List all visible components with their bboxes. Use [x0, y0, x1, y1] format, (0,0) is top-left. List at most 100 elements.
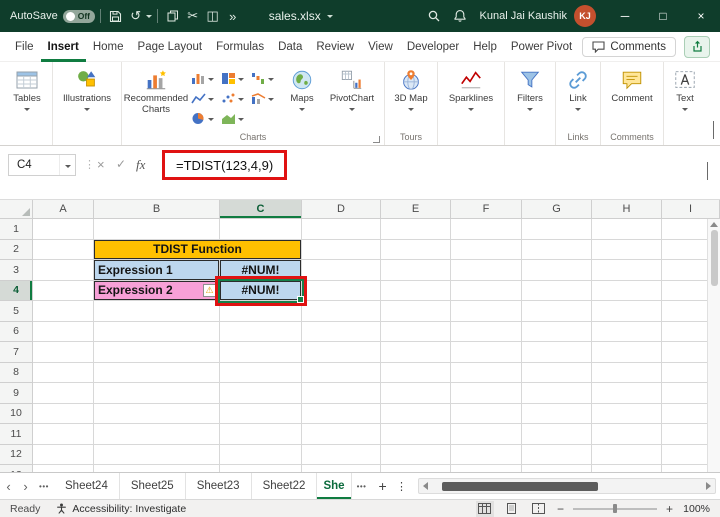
cell-c5[interactable] — [220, 301, 302, 322]
treemap-chart-button[interactable] — [219, 68, 249, 88]
cell-f1[interactable] — [451, 219, 522, 240]
cell-e5[interactable] — [381, 301, 451, 322]
cell-h5[interactable] — [592, 301, 662, 322]
menu-tab-formulas[interactable]: Formulas — [209, 32, 271, 62]
row-header-6[interactable]: 6 — [0, 321, 33, 342]
cell-c9[interactable] — [220, 383, 302, 404]
horizontal-scrollbar[interactable] — [417, 478, 716, 494]
insert-function-button[interactable]: fx — [136, 157, 145, 173]
row-header-11[interactable]: 11 — [0, 424, 33, 445]
account-button[interactable]: Kunal Jai Kaushik KJ — [480, 5, 596, 27]
accessibility-status[interactable]: Accessibility: Investigate — [56, 503, 186, 515]
cell-b11[interactable] — [94, 424, 220, 445]
cell-f12[interactable] — [451, 444, 522, 465]
maps-button[interactable]: Maps — [281, 64, 323, 111]
cell-a2[interactable] — [33, 239, 94, 260]
row-header-9[interactable]: 9 — [0, 383, 33, 404]
cell-g12[interactable] — [522, 444, 592, 465]
cell-e11[interactable] — [381, 424, 451, 445]
horizontal-scroll-track[interactable] — [432, 481, 702, 491]
sheet-tab-sheet23[interactable]: Sheet23 — [186, 473, 252, 499]
cell-a10[interactable] — [33, 403, 94, 424]
cell-g4[interactable] — [522, 280, 592, 301]
maximize-button[interactable]: □ — [644, 0, 682, 32]
file-name-menu[interactable]: sales.xlsx — [269, 9, 333, 23]
cell-g8[interactable] — [522, 362, 592, 383]
cell-g7[interactable] — [522, 342, 592, 363]
cell-a7[interactable] — [33, 342, 94, 363]
scroll-left-icon[interactable] — [422, 482, 428, 490]
cell-g1[interactable] — [522, 219, 592, 240]
cell-c1[interactable] — [220, 219, 302, 240]
cell-b6[interactable] — [94, 321, 220, 342]
sheet-tab-active[interactable]: She — [317, 473, 352, 499]
cell-b13[interactable] — [94, 465, 220, 472]
column-header-b[interactable]: B — [94, 200, 220, 219]
cell-d1[interactable] — [302, 219, 381, 240]
cancel-entry-button[interactable]: × — [97, 157, 105, 172]
cell-e2[interactable] — [381, 239, 451, 260]
row-header-13[interactable]: 13 — [0, 465, 33, 472]
quick-access-overflow-button[interactable]: » — [223, 0, 243, 32]
tables-button[interactable]: Tables — [5, 64, 49, 111]
page-break-view-button[interactable] — [530, 501, 548, 517]
close-button[interactable]: × — [682, 0, 720, 32]
cell-b10[interactable] — [94, 403, 220, 424]
cell-g6[interactable] — [522, 321, 592, 342]
select-all-button[interactable] — [0, 200, 33, 219]
recommended-charts-button[interactable]: Recommended Charts — [124, 64, 188, 115]
cell-d5[interactable] — [302, 301, 381, 322]
cell-h6[interactable] — [592, 321, 662, 342]
autosave-switch-icon[interactable]: Off — [62, 9, 95, 23]
filters-button[interactable]: Filters — [508, 64, 552, 111]
cut-button[interactable]: ✂ — [183, 0, 203, 32]
notifications-button[interactable] — [450, 0, 470, 32]
cell-f10[interactable] — [451, 403, 522, 424]
sheet-nav-next-button[interactable]: › — [17, 473, 34, 499]
cell-a11[interactable] — [33, 424, 94, 445]
sheet-menu-button[interactable]: ⋮ — [394, 473, 410, 499]
row-header-4[interactable]: 4 — [0, 280, 33, 301]
cell-d11[interactable] — [302, 424, 381, 445]
sheet-overflow-right-button[interactable]: ••• — [352, 473, 372, 499]
cell-b2[interactable]: TDIST Function — [94, 239, 302, 260]
cell-f4[interactable] — [451, 280, 522, 301]
cell-e12[interactable] — [381, 444, 451, 465]
cell-a3[interactable] — [33, 260, 94, 281]
column-header-f[interactable]: F — [451, 200, 522, 219]
cell-b7[interactable] — [94, 342, 220, 363]
cell-h10[interactable] — [592, 403, 662, 424]
name-box[interactable]: C4 — [8, 154, 76, 176]
waterfall-chart-button[interactable] — [249, 68, 279, 88]
cell-d9[interactable] — [302, 383, 381, 404]
illustrations-button[interactable]: Illustrations — [56, 64, 118, 111]
cell-c12[interactable] — [220, 444, 302, 465]
cell-c11[interactable] — [220, 424, 302, 445]
sheet-tab-sheet25[interactable]: Sheet25 — [120, 473, 186, 499]
scroll-right-icon[interactable] — [706, 482, 711, 490]
cell-h1[interactable] — [592, 219, 662, 240]
cell-f7[interactable] — [451, 342, 522, 363]
cell-f8[interactable] — [451, 362, 522, 383]
cell-f3[interactable] — [451, 260, 522, 281]
cell-d2[interactable] — [302, 239, 381, 260]
cell-a4[interactable] — [33, 280, 94, 301]
cell-b8[interactable] — [94, 362, 220, 383]
cell-h12[interactable] — [592, 444, 662, 465]
cell-c8[interactable] — [220, 362, 302, 383]
row-header-7[interactable]: 7 — [0, 342, 33, 363]
zoom-slider[interactable] — [572, 503, 657, 515]
menu-tab-data[interactable]: Data — [271, 32, 309, 62]
cell-f9[interactable] — [451, 383, 522, 404]
cell-e1[interactable] — [381, 219, 451, 240]
picture-button[interactable]: ◫ — [203, 0, 223, 32]
scroll-up-icon[interactable] — [710, 222, 718, 227]
zoom-in-button[interactable]: + — [666, 502, 673, 516]
cell-a5[interactable] — [33, 301, 94, 322]
cell-g13[interactable] — [522, 465, 592, 472]
sheet-tab-sheet24[interactable]: Sheet24 — [54, 473, 120, 499]
cell-e3[interactable] — [381, 260, 451, 281]
formula-input[interactable]: =TDIST(123,4,9) — [176, 158, 273, 173]
column-header-e[interactable]: E — [381, 200, 451, 219]
cell-g9[interactable] — [522, 383, 592, 404]
